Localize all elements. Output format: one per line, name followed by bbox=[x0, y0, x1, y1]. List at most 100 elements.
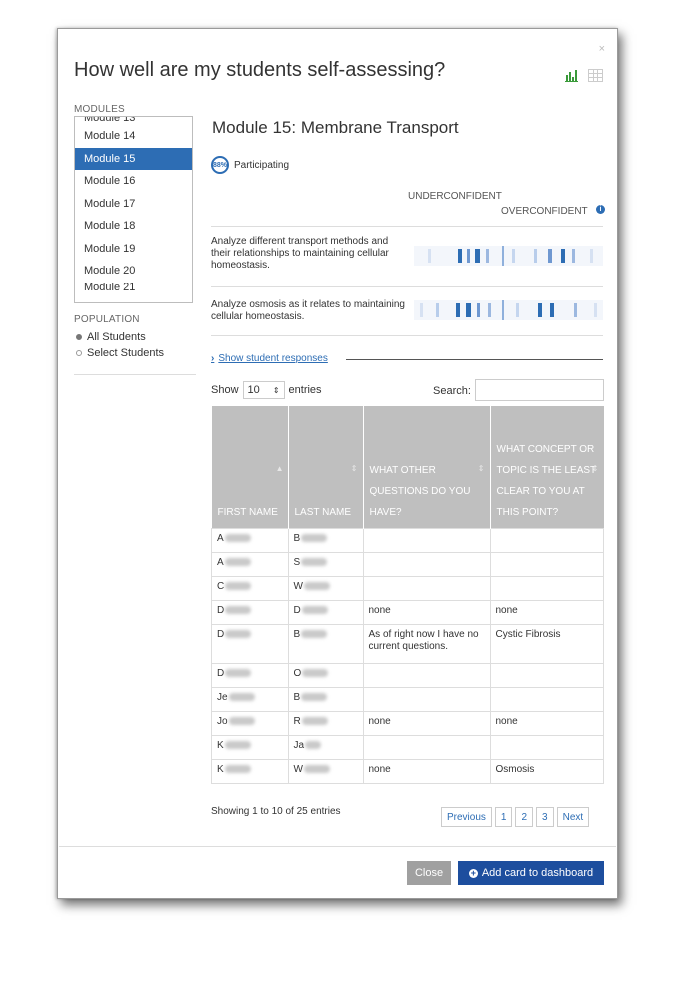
cell-text: C bbox=[217, 581, 225, 592]
redacted-name bbox=[303, 582, 330, 591]
cell-text: R bbox=[293, 716, 301, 727]
least-clear-cell bbox=[489, 687, 604, 712]
population-label: POPULATION bbox=[74, 314, 140, 325]
close-button[interactable]: Close bbox=[407, 861, 451, 885]
table-row: DO bbox=[211, 663, 604, 688]
questions-cell bbox=[362, 552, 491, 577]
strip-mark bbox=[572, 249, 575, 263]
page-button-3[interactable]: 3 bbox=[536, 807, 554, 827]
redacted-name bbox=[224, 534, 251, 543]
col-last-name[interactable]: LAST NAME ⇕ bbox=[288, 406, 364, 529]
col-label: LAST NAME bbox=[294, 507, 352, 518]
entries-select[interactable]: 10 ⇕ bbox=[242, 381, 285, 399]
entries-control: Show 10 ⇕ entries bbox=[211, 381, 322, 399]
bar-chart-icon[interactable] bbox=[565, 69, 578, 82]
redacted-name bbox=[301, 717, 328, 726]
table-row: Je B bbox=[211, 687, 604, 712]
strip-mark bbox=[512, 249, 515, 263]
cell-text: A bbox=[217, 557, 224, 568]
divider bbox=[211, 335, 603, 336]
confidence-strip-svg bbox=[414, 246, 603, 266]
redacted-name bbox=[225, 582, 252, 591]
table-row: Jo Rnone none bbox=[211, 711, 604, 736]
last-name-cell: W bbox=[287, 759, 364, 784]
cell-text: A bbox=[217, 533, 224, 544]
module-item[interactable]: Module 19 bbox=[75, 238, 192, 261]
show-responses-link[interactable]: › Show student responses bbox=[211, 353, 328, 364]
first-name-cell: A bbox=[211, 552, 289, 577]
module-item[interactable]: Module 17 bbox=[75, 193, 192, 216]
radio-selected-icon[interactable] bbox=[76, 334, 82, 340]
search-input[interactable] bbox=[475, 379, 604, 401]
redacted-name bbox=[305, 741, 322, 750]
col-label: WHAT CONCEPT OR TOPIC IS THE LEAST CLEAR… bbox=[496, 444, 596, 518]
participating-label: Participating bbox=[234, 159, 290, 171]
questions-cell: none bbox=[362, 600, 491, 625]
add-card-button[interactable]: + Add card to dashboard bbox=[458, 861, 604, 885]
module-item[interactable]: Module 16 bbox=[75, 170, 192, 193]
previous-button[interactable]: Previous bbox=[441, 807, 492, 827]
table-row: AB bbox=[211, 528, 604, 553]
cell-text: D bbox=[293, 605, 301, 616]
redacted-name bbox=[301, 534, 328, 543]
last-name-cell: S bbox=[287, 552, 364, 577]
radio-select-students[interactable]: Select Students bbox=[76, 347, 164, 359]
strip-mark bbox=[458, 249, 462, 263]
participation: 88% Participating bbox=[211, 156, 289, 174]
redacted-name bbox=[301, 606, 328, 615]
cell-text: Je bbox=[217, 692, 228, 703]
strip-mark bbox=[590, 249, 593, 263]
confidence-strip-2 bbox=[414, 300, 603, 320]
dialog: × How well are my students self-assessin… bbox=[57, 28, 618, 899]
module-item[interactable]: Module 21 bbox=[75, 283, 192, 291]
col-first-name[interactable]: FIRST NAME ▲ bbox=[211, 406, 289, 529]
view-toggle bbox=[565, 69, 603, 82]
col-least-clear[interactable]: WHAT CONCEPT OR TOPIC IS THE LEAST CLEAR… bbox=[490, 406, 604, 529]
cell-text: none bbox=[368, 764, 391, 775]
cell-text: none bbox=[495, 605, 518, 616]
footer-divider bbox=[59, 846, 616, 847]
last-name-cell: Ja bbox=[287, 735, 364, 760]
table-row: K Ja bbox=[211, 735, 604, 760]
questions-cell bbox=[362, 528, 491, 553]
radio-all-students[interactable]: All Students bbox=[76, 331, 146, 343]
module-item[interactable]: Module 13 bbox=[75, 117, 192, 125]
questions-cell: none bbox=[362, 759, 491, 784]
least-clear-cell bbox=[489, 735, 604, 760]
strip-mark bbox=[550, 303, 554, 317]
page-button-2[interactable]: 2 bbox=[515, 807, 534, 827]
redacted-name bbox=[224, 558, 251, 567]
next-button[interactable]: Next bbox=[556, 807, 590, 827]
cell-text: Osmosis bbox=[495, 764, 535, 775]
cell-text: O bbox=[293, 668, 302, 679]
dialog-title: How well are my students self-assessing? bbox=[74, 59, 446, 81]
module-item[interactable]: Module 18 bbox=[75, 215, 192, 238]
pagination: Previous 1 2 3 Next bbox=[441, 807, 590, 827]
radio-unselected-icon[interactable] bbox=[76, 350, 82, 356]
last-name-cell: O bbox=[287, 663, 364, 688]
cell-text: K bbox=[217, 764, 224, 775]
table-row: K Wnone Osmosis bbox=[211, 759, 604, 784]
strip-mark bbox=[534, 249, 537, 263]
module-item[interactable]: Module 14 bbox=[75, 125, 192, 148]
redacted-name bbox=[225, 606, 252, 615]
table-grid-icon[interactable] bbox=[588, 69, 603, 82]
module-list[interactable]: Module 13 Module 14 Module 15 Module 16 Modu… bbox=[74, 116, 193, 303]
col-label: FIRST NAME bbox=[217, 507, 278, 518]
col-questions[interactable]: WHAT OTHER QUESTIONS DO YOU HAVE? ⇕ bbox=[363, 406, 491, 529]
close-icon[interactable]: × bbox=[599, 43, 605, 55]
module-item[interactable]: Module 20 bbox=[75, 260, 192, 283]
updown-icon: ⇕ bbox=[272, 385, 280, 395]
table-row: D B As of right now I have no current ques… bbox=[211, 624, 604, 664]
strip-mark bbox=[594, 303, 597, 317]
redacted-name bbox=[301, 558, 328, 567]
strip-mark bbox=[475, 249, 480, 263]
objective-1-text: Analyze different transport methods and … bbox=[211, 236, 389, 271]
info-icon[interactable]: i bbox=[596, 205, 605, 214]
page-button-1[interactable]: 1 bbox=[494, 807, 513, 827]
module-item[interactable]: Module 15 bbox=[75, 147, 192, 170]
cell-text: B bbox=[293, 629, 301, 640]
cell-text: S bbox=[293, 557, 301, 568]
least-clear-cell: none bbox=[489, 600, 604, 625]
last-name-cell: B bbox=[287, 624, 364, 664]
